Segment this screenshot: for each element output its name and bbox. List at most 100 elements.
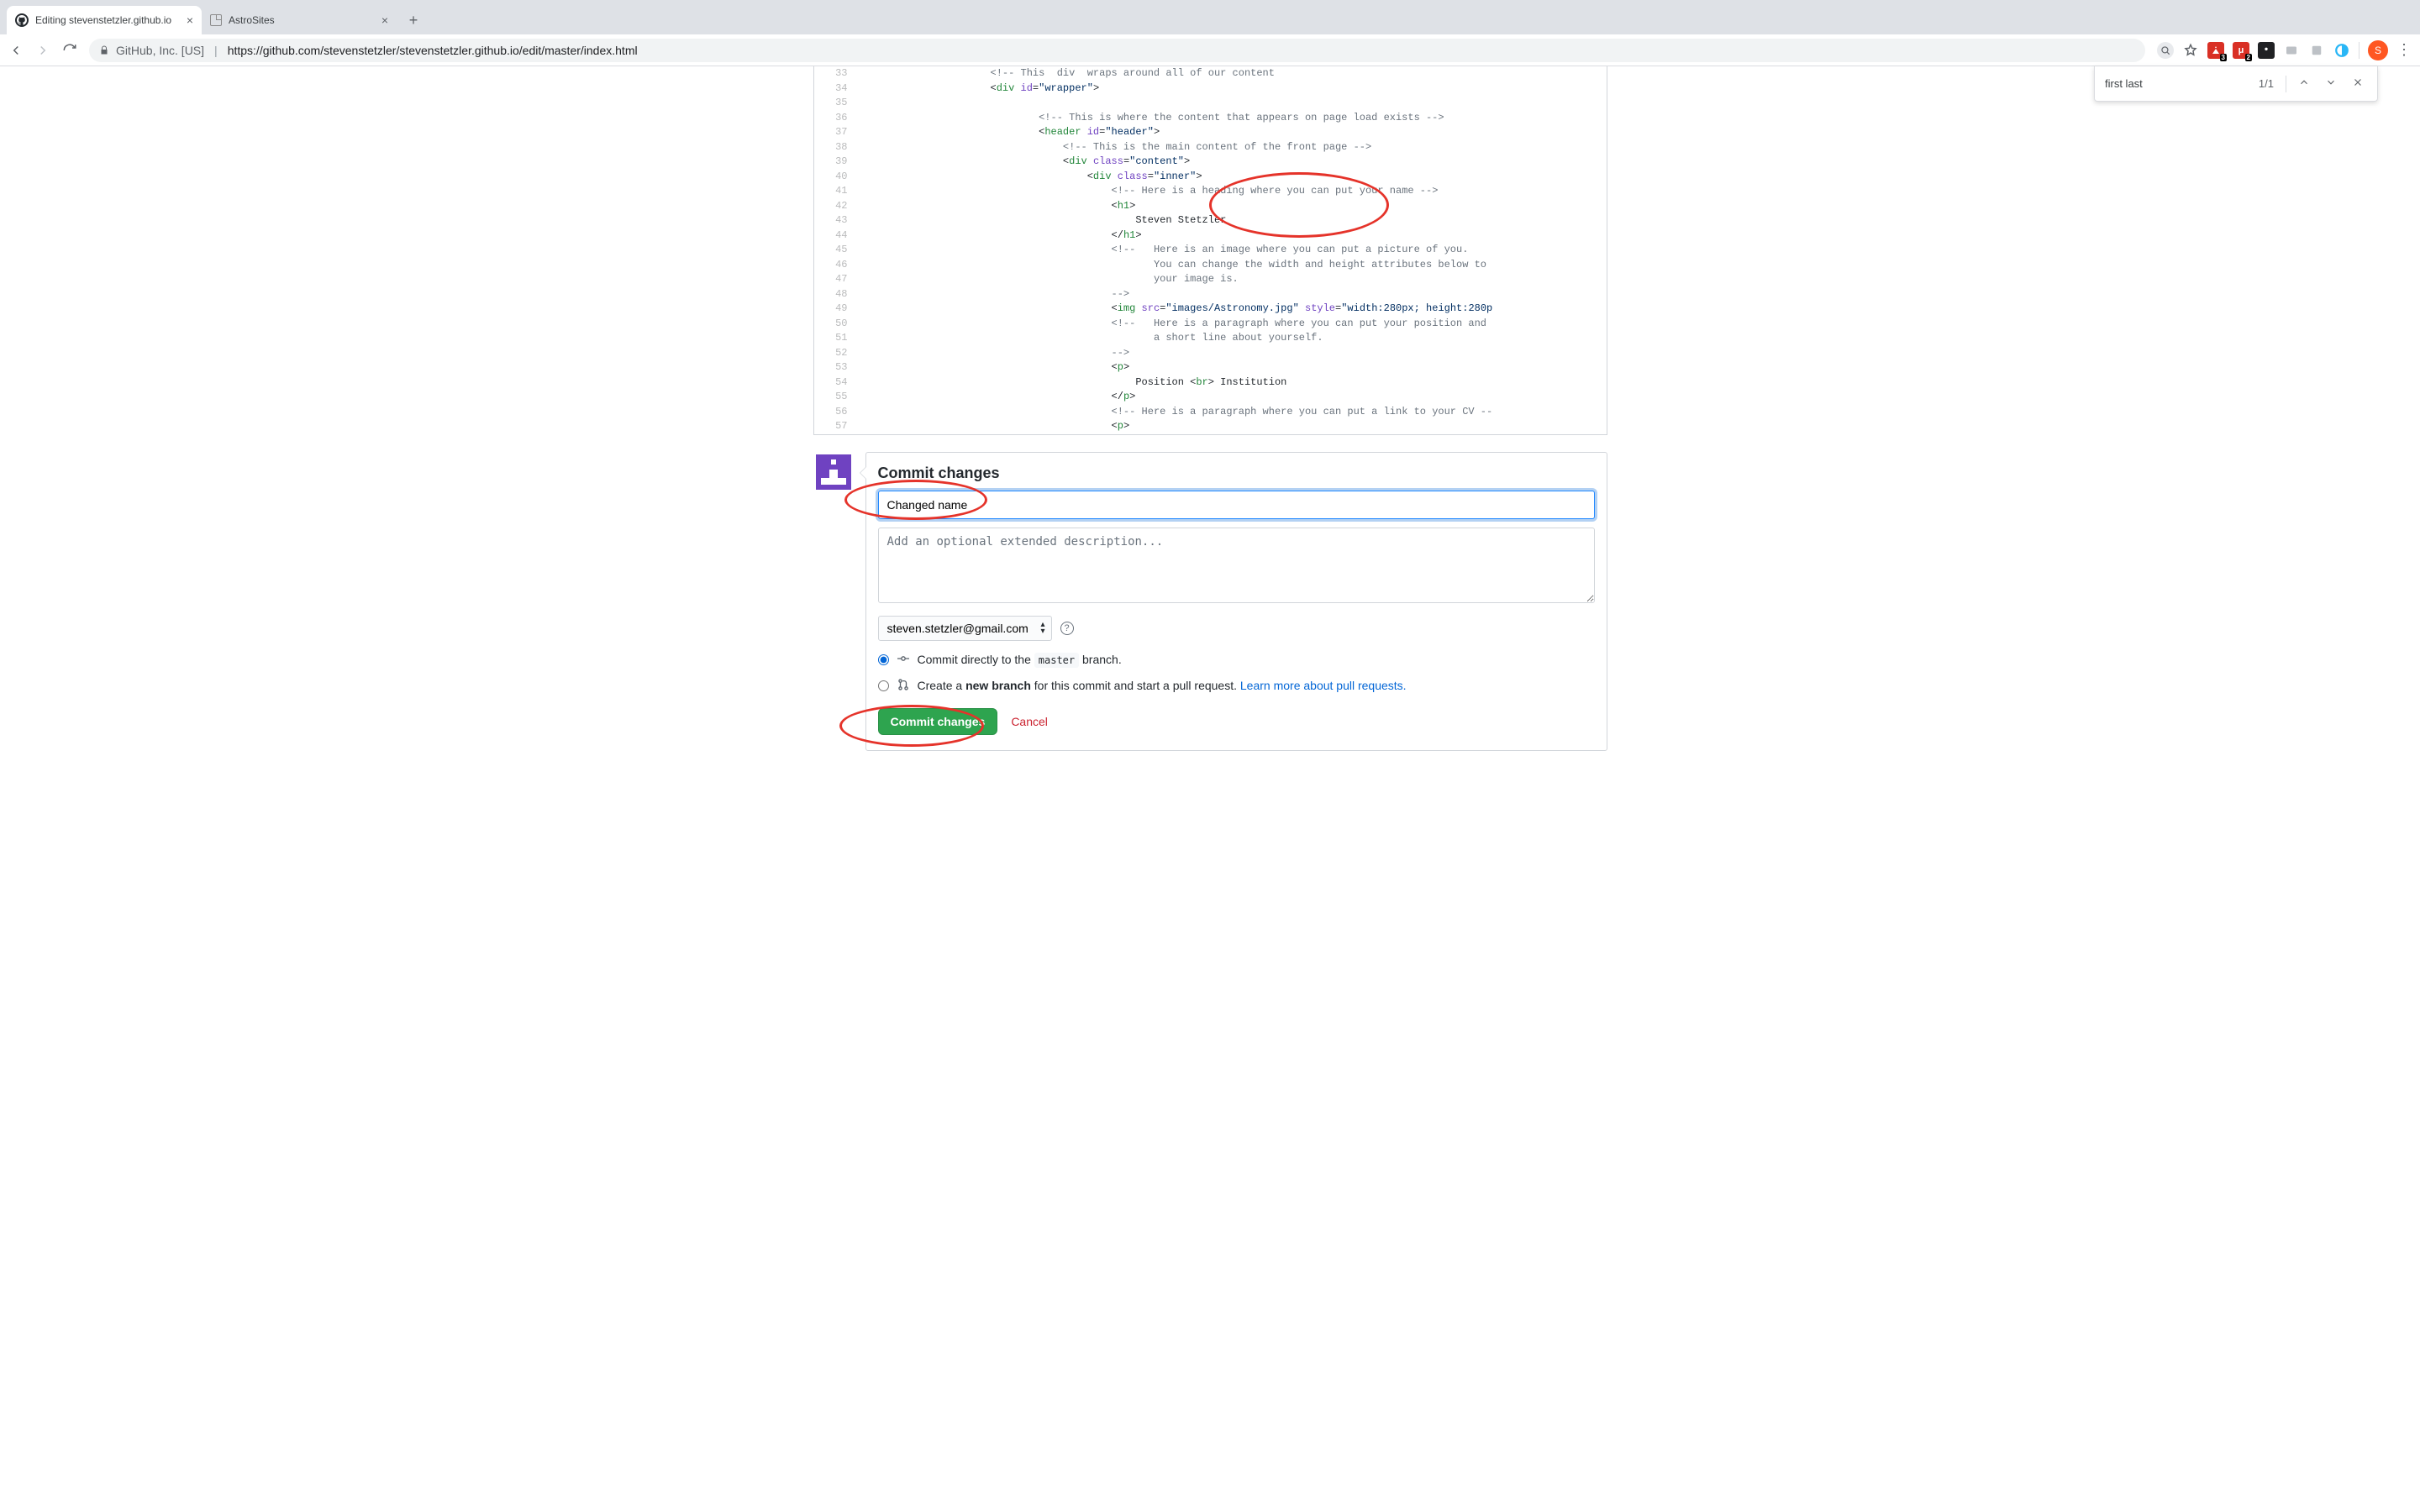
line-number: 37 (814, 125, 856, 140)
code-line[interactable]: <header id="header"> (856, 125, 1607, 140)
toolbar-right: 3 μ 2 S ⋮ (2157, 40, 2412, 60)
line-number: 34 (814, 81, 856, 97)
extension-icon[interactable] (2308, 42, 2325, 59)
commit-changes-button[interactable]: Commit changes (878, 708, 998, 735)
line-number: 46 (814, 258, 856, 273)
find-prev-button[interactable] (2295, 76, 2313, 91)
code-line[interactable]: <!-- Here is a paragraph where you can p… (856, 405, 1607, 420)
browser-tab-inactive[interactable]: AstroSites × (202, 6, 397, 34)
forward-button[interactable] (35, 43, 50, 58)
line-number: 44 (814, 228, 856, 244)
find-count: 1/1 (2259, 77, 2274, 90)
code-line[interactable]: <!-- Here is an image where you can put … (856, 243, 1607, 258)
line-number: 57 (814, 419, 856, 434)
new-tab-button[interactable]: + (402, 8, 425, 32)
code-line[interactable]: your image is. (856, 272, 1607, 287)
find-in-page-bar: first last 1/1 (2094, 66, 2378, 102)
code-line[interactable]: <!-- This div wraps around all of our co… (856, 66, 1607, 81)
url-path: https://github.com/stevenstetzler/steven… (228, 44, 638, 57)
code-line[interactable]: <div class="content"> (856, 155, 1607, 170)
code-line[interactable] (856, 96, 1607, 111)
line-number: 56 (814, 405, 856, 420)
commit-summary-input[interactable] (878, 491, 1595, 519)
line-number: 41 (814, 184, 856, 199)
code-line[interactable]: <div id="wrapper"> (856, 81, 1607, 97)
code-line[interactable]: <div class="inner"> (856, 170, 1607, 185)
chrome-menu-icon[interactable]: ⋮ (2396, 41, 2412, 59)
code-line[interactable]: --> (856, 346, 1607, 361)
code-line[interactable]: You can change the width and height attr… (856, 258, 1607, 273)
git-pull-request-icon (897, 679, 909, 693)
line-number: 40 (814, 170, 856, 185)
code-line[interactable]: Steven Stetzler (856, 213, 1607, 228)
browser-tab-active[interactable]: Editing stevenstetzler.github.io × (7, 6, 202, 34)
line-number: 42 (814, 199, 856, 214)
line-number: 51 (814, 331, 856, 346)
extension-icon[interactable]: μ 2 (2233, 42, 2249, 59)
reload-button[interactable] (62, 43, 77, 58)
line-number: 38 (814, 140, 856, 155)
code-line[interactable]: <p> (856, 419, 1607, 434)
code-line[interactable]: <!-- Here is a paragraph where you can p… (856, 317, 1607, 332)
line-number: 50 (814, 317, 856, 332)
code-line[interactable]: <h1> (856, 199, 1607, 214)
line-number: 55 (814, 390, 856, 405)
browser-tab-title: AstroSites (229, 14, 375, 26)
git-commit-icon (897, 653, 909, 667)
code-line[interactable]: <img src="images/Astronomy.jpg" style="w… (856, 302, 1607, 317)
learn-more-link[interactable]: Learn more about pull requests. (1240, 679, 1407, 692)
help-icon[interactable]: ? (1060, 622, 1074, 635)
extension-icon[interactable] (2333, 42, 2350, 59)
extension-icon[interactable] (2258, 42, 2275, 59)
close-icon[interactable]: × (381, 13, 388, 27)
code-line[interactable]: a short line about yourself. (856, 331, 1607, 346)
radio-direct[interactable] (878, 654, 889, 665)
extension-icon[interactable]: 3 (2207, 42, 2224, 59)
browser-tab-strip: Editing stevenstetzler.github.io × Astro… (0, 0, 2420, 34)
code-line[interactable]: --> (856, 287, 1607, 302)
commit-avatar (813, 452, 854, 492)
commit-radio-newbranch[interactable]: Create a new branch for this commit and … (878, 679, 1595, 693)
zoom-icon[interactable] (2157, 42, 2174, 59)
extension-icon[interactable] (2283, 42, 2300, 59)
find-next-button[interactable] (2322, 76, 2340, 91)
browser-tab-title: Editing stevenstetzler.github.io (35, 14, 180, 26)
line-number: 52 (814, 346, 856, 361)
find-close-button[interactable] (2349, 76, 2367, 91)
github-favicon-icon (15, 13, 29, 27)
url-origin: GitHub, Inc. [US] (116, 44, 204, 57)
lock-icon (99, 45, 109, 55)
code-line[interactable]: <!-- This is the main content of the fro… (856, 140, 1607, 155)
code-line[interactable]: </h1> (856, 228, 1607, 244)
code-line[interactable]: </p> (856, 390, 1607, 405)
line-number: 45 (814, 243, 856, 258)
line-number: 48 (814, 287, 856, 302)
line-number: 33 (814, 66, 856, 81)
page-content: first last 1/1 33<!-- This div wraps aro… (0, 66, 2420, 751)
code-line[interactable]: <p> (856, 360, 1607, 375)
find-query[interactable]: first last (2105, 77, 2250, 90)
browser-toolbar: GitHub, Inc. [US] | https://github.com/s… (0, 34, 2420, 66)
commit-section: Commit changes steven.stetzler@gmail.com… (813, 452, 1607, 751)
address-bar[interactable]: GitHub, Inc. [US] | https://github.com/s… (89, 39, 2145, 62)
radio-newbranch[interactable] (878, 680, 889, 691)
line-number: 35 (814, 96, 856, 111)
commit-heading: Commit changes (878, 465, 1595, 482)
cancel-button[interactable]: Cancel (1002, 708, 1056, 735)
line-number: 54 (814, 375, 856, 391)
branch-name: master (1034, 653, 1079, 668)
line-number: 39 (814, 155, 856, 170)
commit-radio-direct[interactable]: Commit directly to the master branch. (878, 653, 1595, 667)
code-editor[interactable]: 33<!-- This div wraps around all of our … (813, 66, 1607, 435)
commit-description-input[interactable] (878, 528, 1595, 603)
close-icon[interactable]: × (187, 13, 193, 27)
line-number: 53 (814, 360, 856, 375)
code-line[interactable]: <!-- Here is a heading where you can put… (856, 184, 1607, 199)
line-number: 36 (814, 111, 856, 126)
profile-avatar[interactable]: S (2368, 40, 2388, 60)
code-line[interactable]: Position <br> Institution (856, 375, 1607, 391)
commit-email-select[interactable]: steven.stetzler@gmail.com (878, 616, 1052, 641)
back-button[interactable] (8, 43, 24, 58)
star-icon[interactable] (2182, 42, 2199, 59)
code-line[interactable]: <!-- This is where the content that appe… (856, 111, 1607, 126)
